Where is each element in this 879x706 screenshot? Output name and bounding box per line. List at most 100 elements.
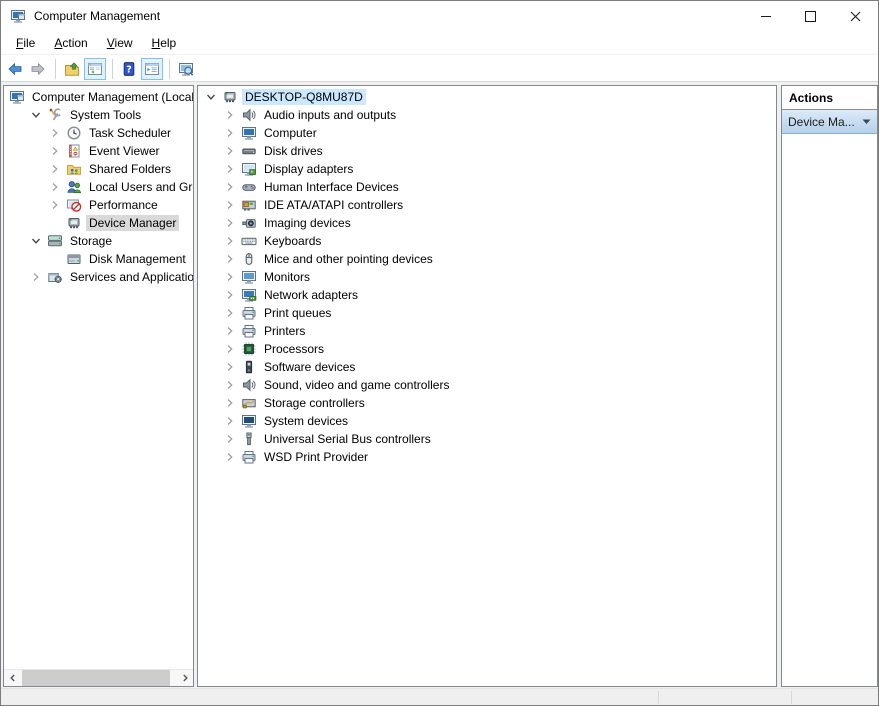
tree-item-shared-folders[interactable]: Shared Folders xyxy=(4,160,193,178)
chevron-down-icon[interactable] xyxy=(28,107,47,123)
speaker-icon xyxy=(241,377,257,393)
printer-icon xyxy=(241,323,257,339)
chevron-right-icon[interactable] xyxy=(222,449,241,465)
chevron-right-icon[interactable] xyxy=(222,251,241,267)
back-button[interactable] xyxy=(4,58,26,80)
tree-item-desktop-q8mu87d[interactable]: DESKTOP-Q8MU87D xyxy=(198,88,776,106)
chevron-right-icon[interactable] xyxy=(47,125,66,141)
chevron-right-icon[interactable] xyxy=(222,305,241,321)
chevron-right-icon[interactable] xyxy=(222,359,241,375)
chevron-right-icon[interactable] xyxy=(222,143,241,159)
tree-item-task-scheduler[interactable]: Task Scheduler xyxy=(4,124,193,142)
scroll-left-button[interactable] xyxy=(4,670,21,686)
tree-item-monitors[interactable]: Monitors xyxy=(198,268,776,286)
chevron-right-icon[interactable] xyxy=(222,107,241,123)
tree-item-network-adapters[interactable]: Network adapters xyxy=(198,286,776,304)
tree-item-services-and-applications[interactable]: Services and Applications xyxy=(4,268,193,286)
tree-item-disk-drives[interactable]: Disk drives xyxy=(198,142,776,160)
hard-disk-icon xyxy=(241,143,257,159)
tree-item-human-interface-devices[interactable]: Human Interface Devices xyxy=(198,178,776,196)
tree-item-mice-and-other-pointing-devices[interactable]: Mice and other pointing devices xyxy=(198,250,776,268)
scrollbar-thumb[interactable] xyxy=(22,670,170,686)
tree-item-computer-management-local[interactable]: Computer Management (Local xyxy=(4,88,193,106)
scroll-right-button[interactable] xyxy=(176,670,193,686)
printer-icon xyxy=(241,305,257,321)
chevron-right-icon[interactable] xyxy=(47,179,66,195)
minimize-button[interactable] xyxy=(743,1,788,31)
chevron-right-icon[interactable] xyxy=(222,197,241,213)
menu-view[interactable]: View xyxy=(104,34,136,52)
tree-item-processors[interactable]: Processors xyxy=(198,340,776,358)
tree-item-sound-video-and-game-controllers[interactable]: Sound, video and game controllers xyxy=(198,376,776,394)
tree-item-device-manager[interactable]: Device Manager xyxy=(4,214,193,232)
tree-item-label: Performance xyxy=(86,197,161,213)
forward-button[interactable] xyxy=(27,58,49,80)
chevron-right-icon[interactable] xyxy=(28,269,47,285)
chevron-right-icon[interactable] xyxy=(47,143,66,159)
show-hide-console-tree-button[interactable] xyxy=(84,58,106,80)
tree-item-system-devices[interactable]: System devices xyxy=(198,412,776,430)
chevron-down-icon[interactable] xyxy=(203,89,222,105)
tree-item-local-users-and-groups[interactable]: Local Users and Groups xyxy=(4,178,193,196)
tree-item-wsd-print-provider[interactable]: WSD Print Provider xyxy=(198,448,776,466)
chevron-right-icon[interactable] xyxy=(222,395,241,411)
tree-item-universal-serial-bus-controllers[interactable]: Universal Serial Bus controllers xyxy=(198,430,776,448)
tree-item-keyboards[interactable]: Keyboards xyxy=(198,232,776,250)
tree-item-imaging-devices[interactable]: Imaging devices xyxy=(198,214,776,232)
horizontal-scrollbar[interactable] xyxy=(4,669,193,686)
chevron-right-icon[interactable] xyxy=(222,179,241,195)
tree-item-disk-management[interactable]: Disk Management xyxy=(4,250,193,268)
chevron-right-icon[interactable] xyxy=(47,197,66,213)
chevron-right-icon xyxy=(222,179,238,195)
event-viewer-icon xyxy=(66,143,82,159)
tree-item-label: Disk drives xyxy=(261,143,326,159)
scan-for-hardware-changes-button[interactable] xyxy=(175,58,197,80)
tree-item-ide-ata-atapi-controllers[interactable]: IDE ATA/ATAPI controllers xyxy=(198,196,776,214)
folder-up-icon xyxy=(64,61,80,77)
up-one-level-button[interactable] xyxy=(61,58,83,80)
software-device-icon xyxy=(241,359,257,375)
tree-item-label: Storage controllers xyxy=(261,395,368,411)
tree-item-performance[interactable]: Performance xyxy=(4,196,193,214)
toolbar-separator xyxy=(55,59,56,79)
tree-item-print-queues[interactable]: Print queues xyxy=(198,304,776,322)
chevron-right-icon[interactable] xyxy=(222,413,241,429)
chevron-right-icon[interactable] xyxy=(222,323,241,339)
show-hide-action-pane-button[interactable] xyxy=(141,58,163,80)
actions-header: Actions xyxy=(782,86,877,110)
chevron-right-icon[interactable] xyxy=(222,341,241,357)
chevron-down-icon[interactable] xyxy=(28,233,47,249)
chevron-right-icon[interactable] xyxy=(222,215,241,231)
computer-management-icon xyxy=(10,8,26,24)
tree-item-software-devices[interactable]: Software devices xyxy=(198,358,776,376)
tree-item-display-adapters[interactable]: Display adapters xyxy=(198,160,776,178)
chevron-right-icon[interactable] xyxy=(47,161,66,177)
chevron-right-icon[interactable] xyxy=(222,233,241,249)
tree-item-storage-controllers[interactable]: Storage controllers xyxy=(198,394,776,412)
chevron-right-icon[interactable] xyxy=(222,161,241,177)
console-pane-icon xyxy=(144,61,160,77)
chevron-right-icon[interactable] xyxy=(222,125,241,141)
menu-help[interactable]: Help xyxy=(149,34,180,52)
chevron-right-icon[interactable] xyxy=(222,269,241,285)
tree-item-audio-inputs-and-outputs[interactable]: Audio inputs and outputs xyxy=(198,106,776,124)
scrollbar-track[interactable] xyxy=(21,670,176,686)
tree-item-computer[interactable]: Computer xyxy=(198,124,776,142)
storage-icon xyxy=(47,233,63,249)
device-tree: DESKTOP-Q8MU87DAudio inputs and outputsC… xyxy=(198,88,776,466)
menu-action[interactable]: Action xyxy=(51,34,90,52)
tree-item-storage[interactable]: Storage xyxy=(4,232,193,250)
device-manager-actions-dropdown[interactable]: Device Ma... xyxy=(782,110,877,134)
chevron-right-icon[interactable] xyxy=(222,377,241,393)
chevron-right-icon[interactable] xyxy=(222,431,241,447)
close-button[interactable] xyxy=(833,1,878,31)
tree-item-event-viewer[interactable]: Event Viewer xyxy=(4,142,193,160)
help-button[interactable]: ? xyxy=(118,58,140,80)
chevron-right-icon xyxy=(222,125,238,141)
menu-file[interactable]: File xyxy=(13,34,38,52)
tree-item-label: Universal Serial Bus controllers xyxy=(261,431,434,447)
chevron-right-icon[interactable] xyxy=(222,287,241,303)
tree-item-system-tools[interactable]: System Tools xyxy=(4,106,193,124)
maximize-button[interactable] xyxy=(788,1,833,31)
tree-item-printers[interactable]: Printers xyxy=(198,322,776,340)
